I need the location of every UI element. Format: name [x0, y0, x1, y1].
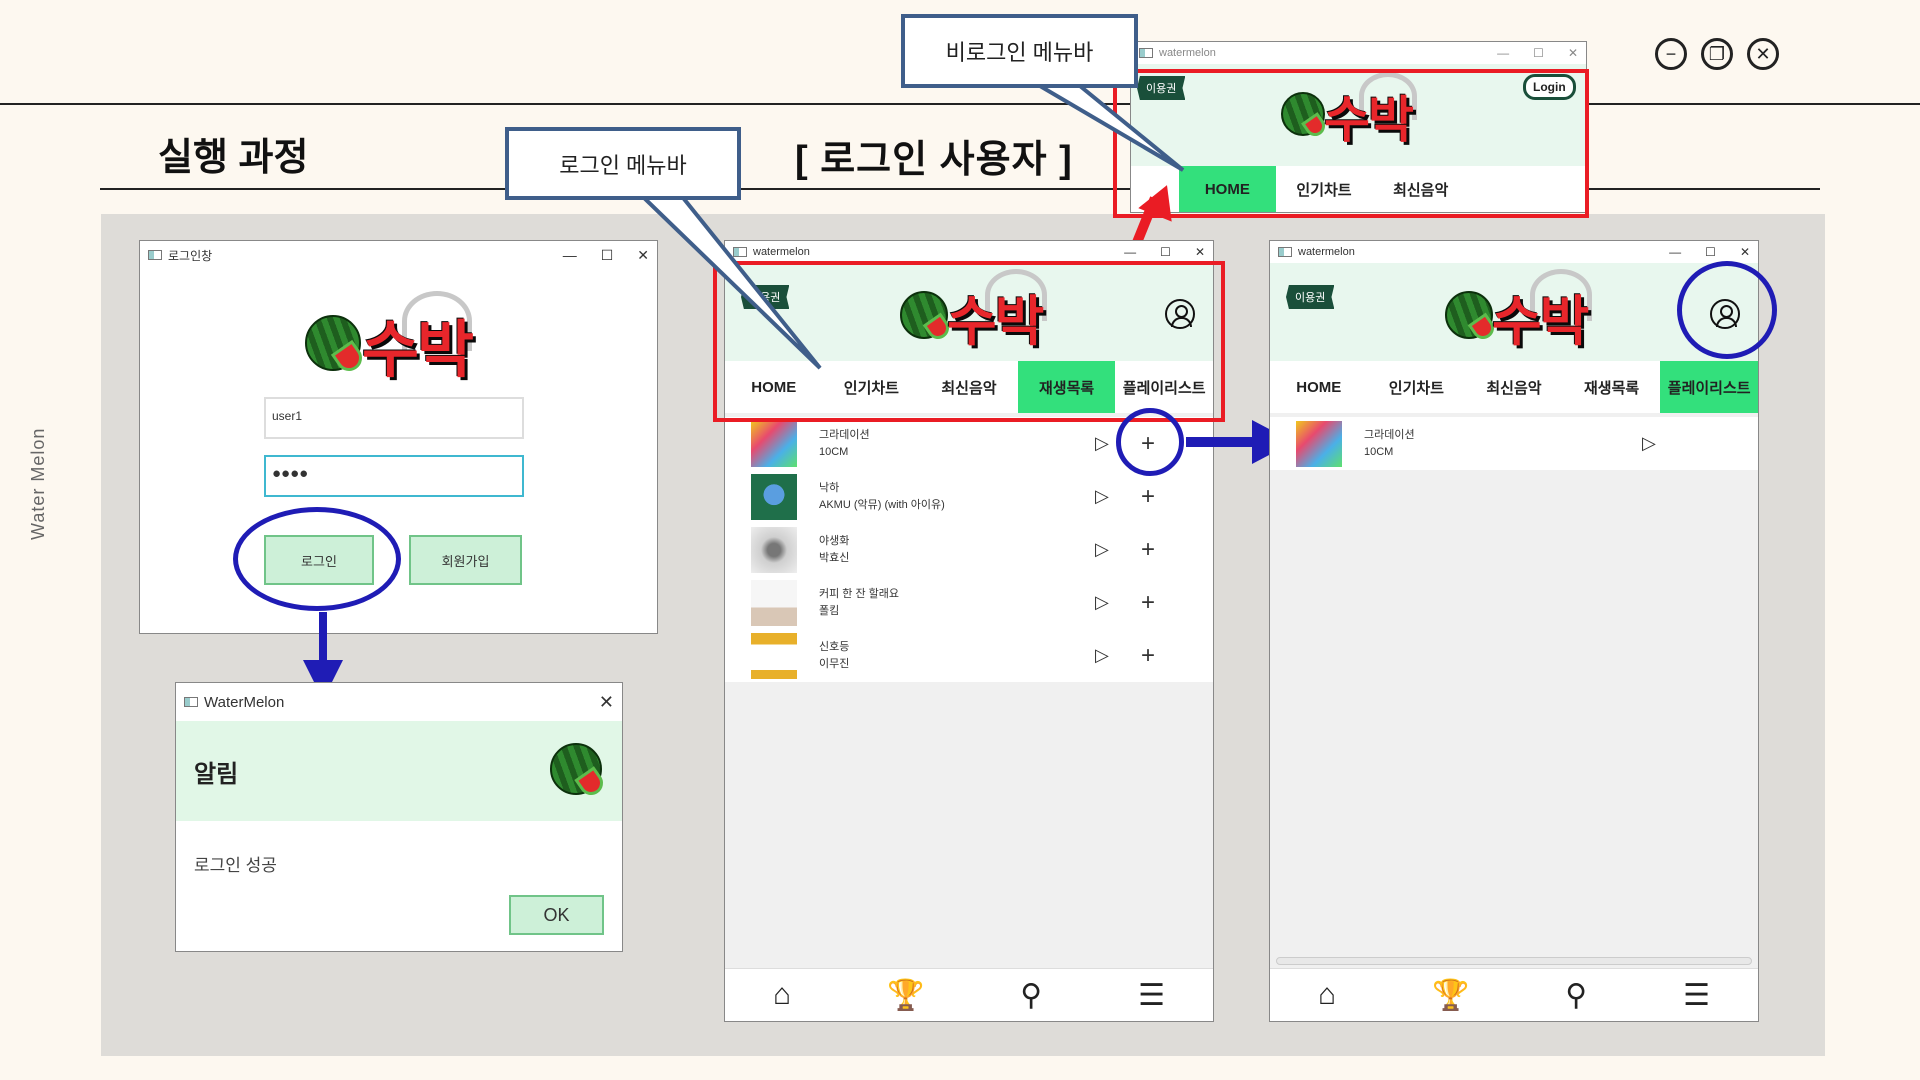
guest-callout-pointer [1032, 84, 1185, 172]
callout-pointers [635, 84, 1185, 370]
login-menubar-callout: 로그인 메뉴바 [505, 127, 741, 200]
login-callout-pointer [635, 192, 822, 370]
guest-menubar-callout: 비로그인 메뉴바 [901, 14, 1138, 88]
